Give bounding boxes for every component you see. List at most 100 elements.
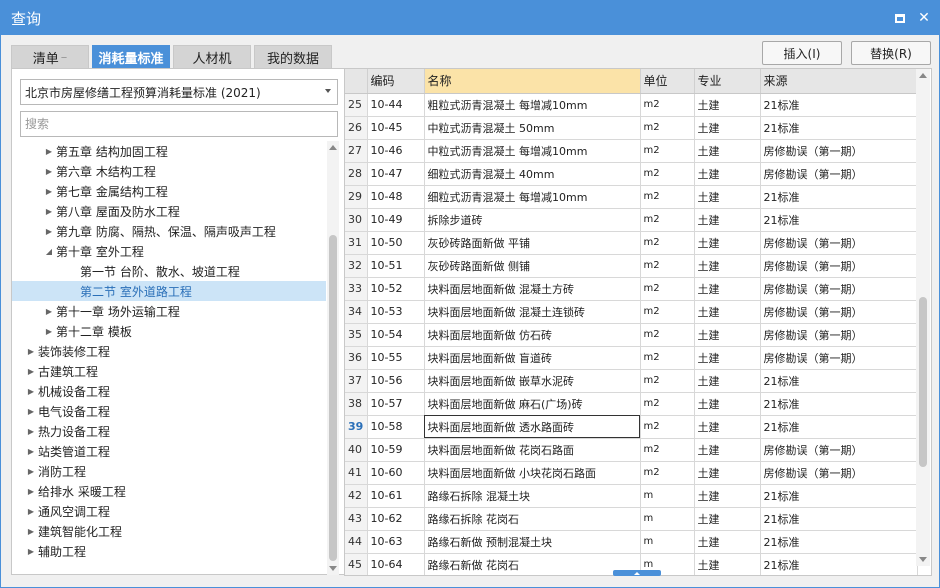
source-cell[interactable]: 21标准 — [760, 553, 918, 575]
expand-arrow-icon[interactable]: ▶ — [24, 461, 38, 481]
code-cell[interactable]: 10-44 — [367, 93, 425, 117]
source-cell[interactable]: 21标准 — [760, 530, 918, 554]
tab-bill[interactable]: 清单 – — [11, 45, 89, 68]
discipline-cell[interactable]: 土建 — [694, 93, 761, 117]
tree-item[interactable]: ▶ 电气设备工程 — [12, 401, 326, 421]
name-cell[interactable]: 块料面层地面新做 花岗石路面 — [424, 438, 641, 462]
expand-arrow-icon[interactable]: ▶ — [24, 481, 38, 501]
table-row[interactable]: 43 10-62 路缘石拆除 花岗石 m 土建 21标准 — [345, 507, 918, 531]
unit-cell[interactable]: m2 — [640, 438, 695, 462]
source-cell[interactable]: 21标准 — [760, 369, 918, 393]
discipline-cell[interactable]: 土建 — [694, 300, 761, 324]
source-cell[interactable]: 房修勘误（第一期） — [760, 162, 918, 186]
row-number[interactable]: 26 — [345, 116, 368, 140]
source-cell[interactable]: 21标准 — [760, 507, 918, 531]
table-row[interactable]: 39 10-58 块料面层地面新做 透水路面砖 m2 土建 21标准 — [345, 415, 918, 439]
name-header[interactable]: 名称 — [424, 69, 641, 94]
tree-item[interactable]: ▶ 装饰装修工程 — [12, 341, 326, 361]
unit-cell[interactable]: m2 — [640, 116, 695, 140]
scroll-thumb[interactable] — [329, 235, 337, 561]
expand-arrow-icon[interactable]: ▶ — [42, 161, 56, 181]
tab-my-data[interactable]: 我的数据 — [254, 45, 332, 68]
code-cell[interactable]: 10-63 — [367, 530, 425, 554]
unit-cell[interactable]: m2 — [640, 139, 695, 163]
table-row[interactable]: 38 10-57 块料面层地面新做 麻石(广场)砖 m2 土建 21标准 — [345, 392, 918, 416]
expand-arrow-icon[interactable]: ▶ — [42, 321, 56, 341]
expand-arrow-icon[interactable]: ▶ — [42, 181, 56, 201]
tree-item[interactable]: ▶ 站类管道工程 — [12, 441, 326, 461]
source-cell[interactable]: 房修勘误（第一期） — [760, 139, 918, 163]
tree-item[interactable]: ▶ 第八章 屋面及防水工程 — [12, 201, 326, 221]
discipline-cell[interactable]: 土建 — [694, 369, 761, 393]
row-number[interactable]: 36 — [345, 346, 368, 370]
name-cell[interactable]: 灰砂砖路面新做 平铺 — [424, 231, 641, 255]
tree-item[interactable]: ▶ 机械设备工程 — [12, 381, 326, 401]
table-row[interactable]: 34 10-53 块料面层地面新做 混凝土连锁砖 m2 土建 房修勘误（第一期） — [345, 300, 918, 324]
tree-item[interactable]: ▶ 第十一章 场外运输工程 — [12, 301, 326, 321]
code-cell[interactable]: 10-49 — [367, 208, 425, 232]
tree-item[interactable]: ◢ 第十章 室外工程 — [12, 241, 326, 261]
close-icon[interactable]: ✕ — [915, 9, 933, 27]
source-cell[interactable]: 21标准 — [760, 93, 918, 117]
row-number[interactable]: 30 — [345, 208, 368, 232]
unit-cell[interactable]: m2 — [640, 185, 695, 209]
code-cell[interactable]: 10-56 — [367, 369, 425, 393]
tree-item[interactable]: ▶ 第五章 结构加固工程 — [12, 141, 326, 161]
maximize-icon[interactable] — [891, 9, 909, 27]
row-number[interactable]: 37 — [345, 369, 368, 393]
expand-arrow-icon[interactable]: ▶ — [42, 221, 56, 241]
code-cell[interactable]: 10-48 — [367, 185, 425, 209]
code-cell[interactable]: 10-58 — [367, 415, 425, 439]
tree-item[interactable]: ▶ 通风空调工程 — [12, 501, 326, 521]
row-number[interactable]: 44 — [345, 530, 368, 554]
expand-arrow-icon[interactable]: ▶ — [24, 361, 38, 381]
title-bar[interactable]: 查询 ✕ — [1, 1, 939, 35]
name-cell[interactable]: 块料面层地面新做 混凝土方砖 — [424, 277, 641, 301]
unit-cell[interactable]: m2 — [640, 277, 695, 301]
row-number[interactable]: 31 — [345, 231, 368, 255]
expand-arrow-icon[interactable]: ▶ — [24, 401, 38, 421]
source-cell[interactable]: 21标准 — [760, 208, 918, 232]
scroll-up-icon[interactable] — [329, 145, 337, 150]
tab-consumption-standard[interactable]: 消耗量标准 — [92, 45, 170, 68]
collapse-arrow-icon[interactable]: ◢ — [42, 241, 56, 261]
expand-arrow-icon[interactable]: ▶ — [24, 521, 38, 541]
row-number[interactable]: 28 — [345, 162, 368, 186]
source-header[interactable]: 来源 — [760, 69, 918, 94]
discipline-cell[interactable]: 土建 — [694, 346, 761, 370]
unit-header[interactable]: 单位 — [640, 69, 695, 94]
source-cell[interactable]: 房修勘误（第一期） — [760, 346, 918, 370]
code-cell[interactable]: 10-59 — [367, 438, 425, 462]
name-cell[interactable]: 细粒式沥青混凝土 每增减10mm — [424, 185, 641, 209]
name-cell[interactable]: 块料面层地面新做 麻石(广场)砖 — [424, 392, 641, 416]
expand-arrow-icon[interactable]: ▶ — [42, 201, 56, 221]
row-number[interactable]: 38 — [345, 392, 368, 416]
code-cell[interactable]: 10-60 — [367, 461, 425, 485]
name-cell[interactable]: 块料面层地面新做 小块花岗石路面 — [424, 461, 641, 485]
code-cell[interactable]: 10-52 — [367, 277, 425, 301]
row-number[interactable]: 29 — [345, 185, 368, 209]
code-cell[interactable]: 10-46 — [367, 139, 425, 163]
code-cell[interactable]: 10-53 — [367, 300, 425, 324]
source-cell[interactable]: 21标准 — [760, 392, 918, 416]
tree-item[interactable]: ▶ 第六章 木结构工程 — [12, 161, 326, 181]
discipline-cell[interactable]: 土建 — [694, 162, 761, 186]
unit-cell[interactable]: m — [640, 484, 695, 508]
row-number[interactable]: 27 — [345, 139, 368, 163]
tab-labor-material-machine[interactable]: 人材机 — [173, 45, 251, 68]
tree-item[interactable]: ▶ 第九章 防腐、隔热、保温、隔声吸声工程 — [12, 221, 326, 241]
code-cell[interactable]: 10-57 — [367, 392, 425, 416]
row-number[interactable]: 39 — [345, 415, 368, 439]
expand-arrow-icon[interactable]: ▶ — [24, 541, 38, 561]
name-cell[interactable]: 块料面层地面新做 混凝土连锁砖 — [424, 300, 641, 324]
code-header[interactable]: 编码 — [367, 69, 425, 94]
code-cell[interactable]: 10-50 — [367, 231, 425, 255]
unit-cell[interactable]: m2 — [640, 254, 695, 278]
scroll-down-icon[interactable] — [919, 557, 927, 562]
code-cell[interactable]: 10-45 — [367, 116, 425, 140]
name-cell[interactable]: 块料面层地面新做 盲道砖 — [424, 346, 641, 370]
tree-scrollbar[interactable] — [327, 141, 339, 575]
discipline-cell[interactable]: 土建 — [694, 139, 761, 163]
table-row[interactable]: 41 10-60 块料面层地面新做 小块花岗石路面 m2 土建 房修勘误（第一期） — [345, 461, 918, 485]
discipline-cell[interactable]: 土建 — [694, 553, 761, 575]
